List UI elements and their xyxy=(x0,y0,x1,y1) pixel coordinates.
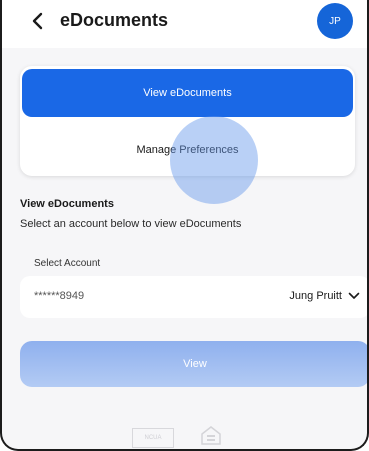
equal-housing-icon xyxy=(201,426,221,445)
account-select[interactable]: ******8949 Jung Pruitt xyxy=(20,276,367,318)
view-button[interactable]: View xyxy=(20,341,367,387)
chevron-down-icon xyxy=(348,292,360,299)
page-title: eDocuments xyxy=(60,10,169,30)
select-account-label: Select Account xyxy=(34,258,101,269)
section-title: View eDocuments xyxy=(20,198,114,210)
view-edocuments-button[interactable]: View eDocuments xyxy=(22,69,353,117)
top-bar: eDocuments JP xyxy=(2,0,367,48)
ncua-logo: NCUA xyxy=(132,428,174,448)
chevron-left-icon[interactable] xyxy=(28,11,48,31)
account-number: ******8949 xyxy=(34,290,85,302)
app-screen: eDocuments JP View eDocuments Manage Pre… xyxy=(0,0,369,451)
tap-indicator xyxy=(170,116,258,204)
account-holder-name: Jung Pruitt xyxy=(289,290,342,302)
edocuments-actions-card: View eDocuments Manage Preferences xyxy=(20,66,355,204)
avatar[interactable]: JP xyxy=(317,3,353,39)
section-description: Select an account below to view eDocumen… xyxy=(20,218,242,230)
